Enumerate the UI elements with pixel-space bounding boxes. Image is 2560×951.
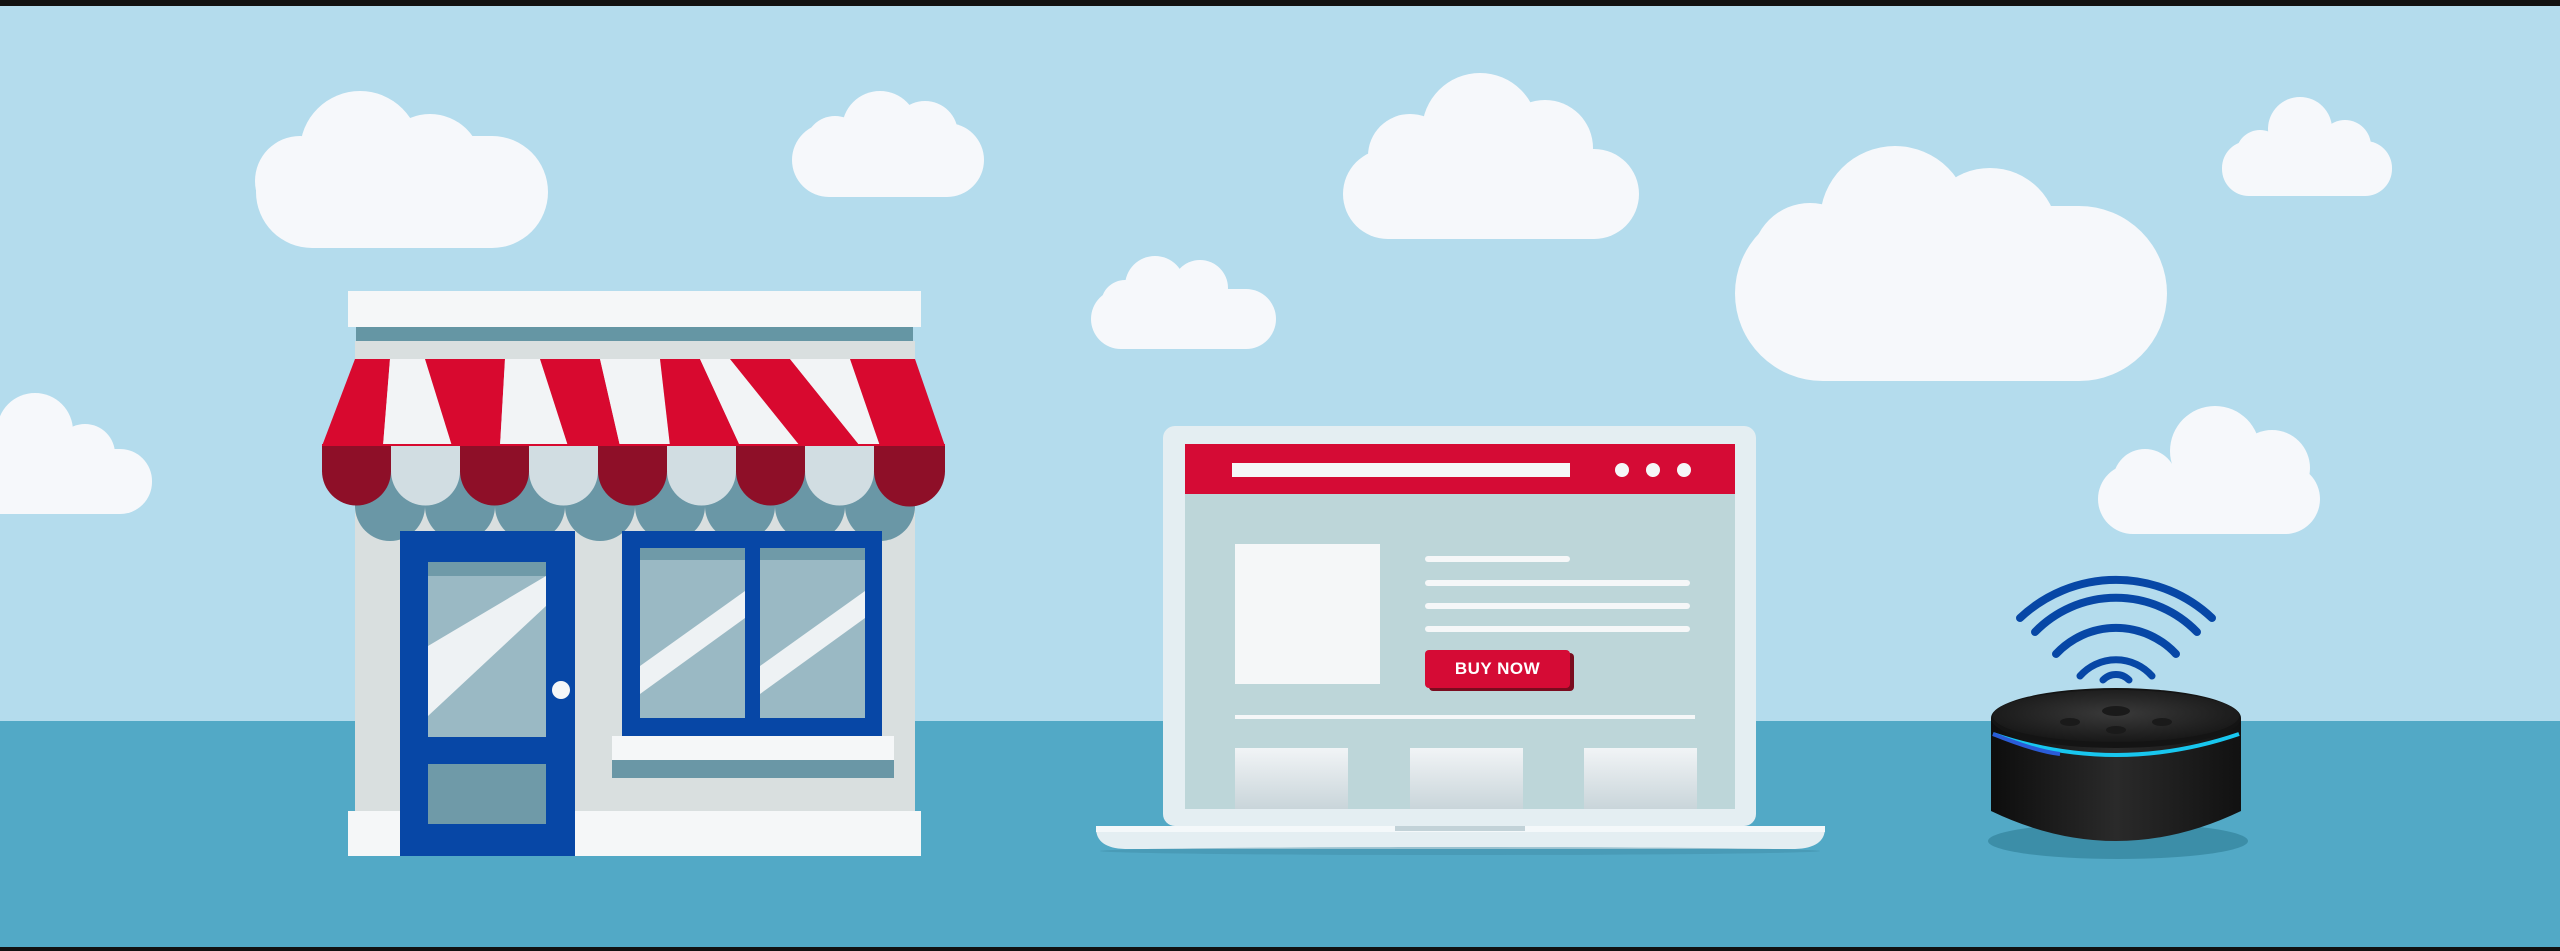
storefront-icon [322, 291, 945, 856]
product-text-line [1425, 626, 1690, 632]
browser-address-bar [1232, 463, 1570, 477]
omnichannel-illustration: BUY NOW [0, 0, 2560, 951]
illustration-canvas [0, 6, 2560, 947]
product-text-line [1425, 556, 1570, 562]
buy-now-button[interactable]: BUY NOW [1425, 650, 1570, 688]
product-text-line [1425, 603, 1690, 609]
browser-menu-dot [1646, 463, 1660, 477]
product-card [1584, 748, 1697, 809]
browser-menu-dot [1615, 463, 1629, 477]
product-text-line [1425, 580, 1690, 586]
product-card [1235, 748, 1348, 809]
product-image-placeholder [1235, 544, 1380, 684]
smart-speaker-icon [1988, 688, 2248, 859]
laptop-icon [1096, 426, 1825, 855]
product-card [1410, 748, 1523, 809]
browser-menu-dot [1677, 463, 1691, 477]
content-divider [1235, 715, 1695, 719]
